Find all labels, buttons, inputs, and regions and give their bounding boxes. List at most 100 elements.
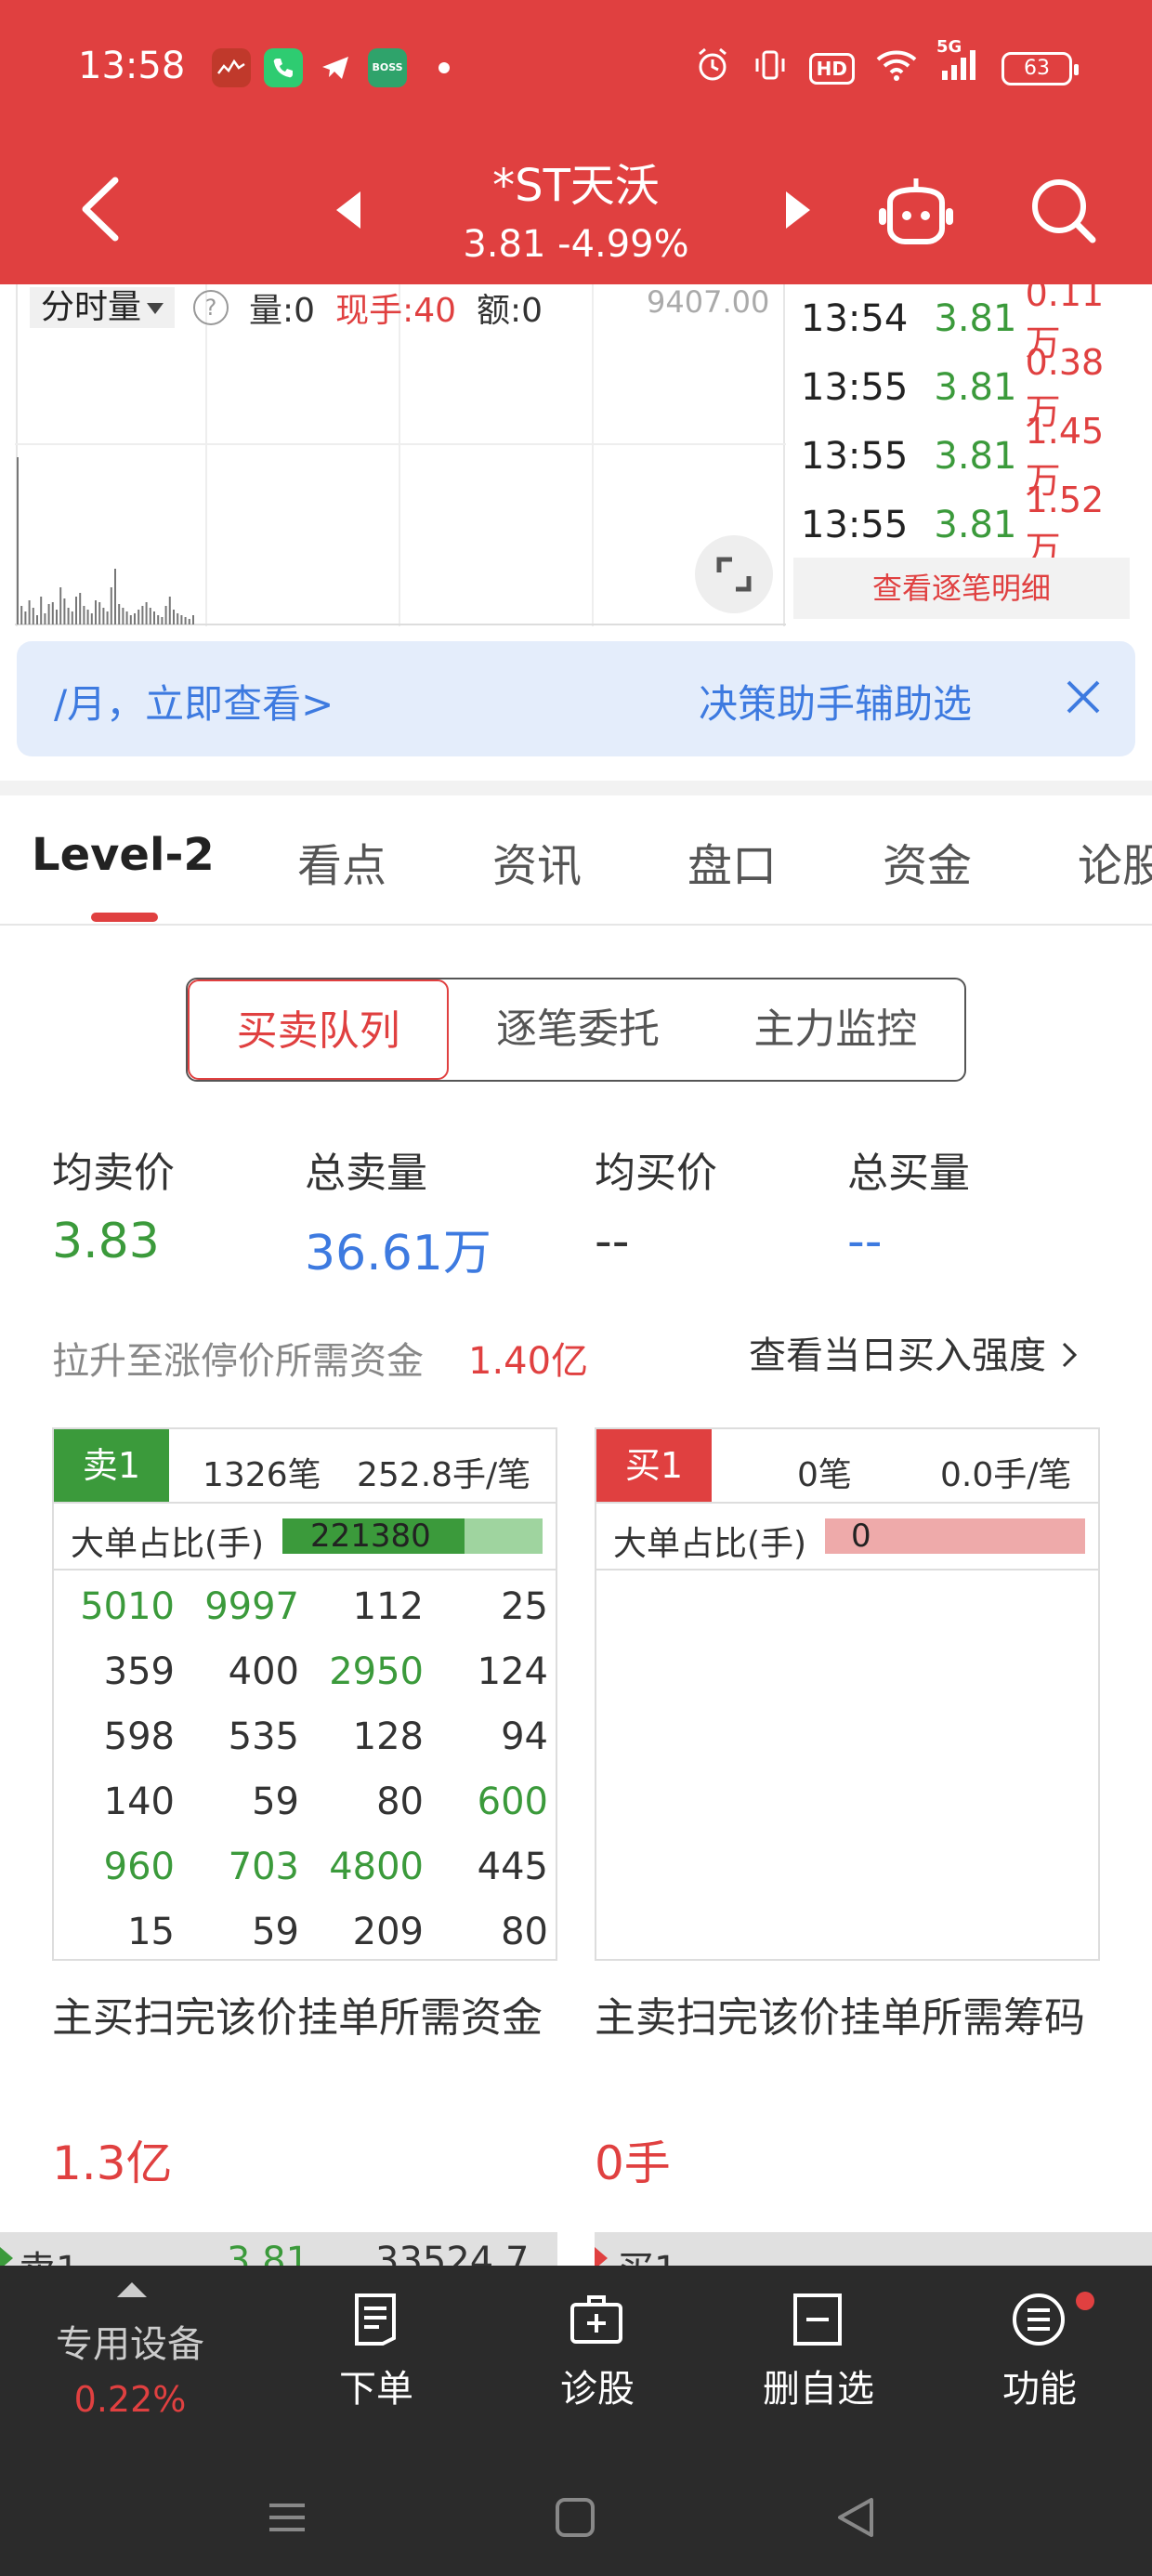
order-document-icon <box>355 2293 396 2346</box>
buy-big-order-label: 大单占比(手) <box>613 1525 807 1563</box>
chevron-right-icon <box>1062 1342 1077 1368</box>
volume-bar <box>137 610 140 624</box>
total-buy-value: -- <box>847 1214 883 1269</box>
segment-order-by-order[interactable]: 逐笔委托 <box>449 979 706 1080</box>
queue-segment-control: 买卖队列 逐笔委托 主力监控 <box>186 978 966 1082</box>
diagnose-stock-button[interactable]: 诊股 <box>487 2266 708 2463</box>
next-stock-button[interactable] <box>786 191 810 229</box>
help-icon[interactable]: ? <box>193 290 229 325</box>
queue-cell: 94 <box>501 1715 548 1758</box>
volume-bar <box>75 597 77 624</box>
promo-banner[interactable]: /月，立即查看> 决策助手辅助选 <box>17 641 1135 756</box>
volume-bar <box>83 606 85 624</box>
home-icon[interactable] <box>552 2494 598 2541</box>
previous-stock-button[interactable] <box>336 191 360 229</box>
queue-cell: 140 <box>103 1781 175 1823</box>
tab-level2[interactable]: Level-2 <box>32 829 215 881</box>
tick-price: 3.81 <box>934 366 1017 409</box>
buy-strength-link[interactable]: 查看当日买入强度 <box>749 1325 1080 1379</box>
close-icon <box>1067 680 1100 714</box>
volume-bar <box>47 604 50 624</box>
stock-name: *ST天沃 <box>492 160 660 212</box>
sell-sweep-shares-label: 主卖扫完该价挂单所需筹码 <box>595 1994 1085 2042</box>
banner-left-text[interactable]: /月，立即查看> <box>54 673 334 729</box>
volume-bar <box>118 604 121 624</box>
sell1-order-count: 1326笔 <box>203 1456 321 1494</box>
volume-bar <box>157 615 160 624</box>
segment-main-monitor[interactable]: 主力监控 <box>707 979 964 1080</box>
functions-button[interactable]: 功能 <box>929 2266 1150 2463</box>
buy-big-order-row: 大单占比(手) 0 <box>596 1504 1098 1571</box>
menu-icon[interactable] <box>264 2494 310 2541</box>
queue-cell: 128 <box>352 1715 424 1758</box>
tab-order-book[interactable]: 盘口 <box>687 829 777 894</box>
wifi-icon <box>875 48 918 89</box>
volume-bar <box>56 610 58 624</box>
minus-square-icon <box>793 2293 842 2346</box>
queue-cell: 9997 <box>204 1585 299 1628</box>
buy-queue-panel: 买1 0笔 0.0手/笔 大单占比(手) 0 <box>595 1427 1100 1961</box>
total-sell-value: 36.61万 <box>305 1226 491 1281</box>
table-row: 15 59 209 80 <box>54 1899 556 1965</box>
segment-buy-sell-queue[interactable]: 买卖队列 <box>188 979 450 1080</box>
volume-bar <box>67 608 70 624</box>
place-order-label: 下单 <box>339 2368 413 2411</box>
buy1-avg-per-order: 0.0手/笔 <box>940 1456 1072 1494</box>
buy-sweep-capital-label: 主买扫完该价挂单所需资金 <box>52 1994 543 2042</box>
table-row: 359 400 2950 124 <box>54 1639 556 1704</box>
robot-icon <box>879 178 953 244</box>
tab-funds[interactable]: 资金 <box>883 829 972 894</box>
volume-bar <box>192 615 194 624</box>
search-button[interactable] <box>1026 173 1100 247</box>
queue-cell: 703 <box>228 1846 299 1888</box>
sell-sweep-shares-value: 0手 <box>595 2136 671 2190</box>
total-buy-label: 总买量 <box>847 1150 970 1197</box>
volume-bar <box>20 606 23 624</box>
volume-chart[interactable]: 分时量 ? 量:0 现手:40 额:0 9407.00 <box>15 284 786 626</box>
notification-dot <box>1076 2292 1094 2310</box>
tab-forum[interactable]: 论股 <box>1078 829 1152 894</box>
expand-chart-button[interactable] <box>695 535 773 613</box>
volume-type-dropdown[interactable]: 分时量 <box>30 287 176 328</box>
view-tick-details-button[interactable]: 查看逐笔明细 <box>793 558 1130 619</box>
back-button[interactable] <box>74 167 130 251</box>
hd-badge: HD <box>808 53 855 85</box>
menu-circle-icon <box>1013 2293 1065 2346</box>
caret-up-icon <box>117 2282 147 2297</box>
limit-up-capital-value: 1.40亿 <box>468 1340 589 1383</box>
expand-icon <box>716 557 752 592</box>
medical-kit-icon <box>570 2295 622 2344</box>
functions-label: 功能 <box>1002 2368 1077 2411</box>
banner-close-button[interactable] <box>1055 669 1111 725</box>
network-type: 5G <box>936 37 962 57</box>
volume-bar <box>24 611 27 624</box>
volume-bar <box>164 606 167 624</box>
dedicated-device-percent: 0.22% <box>73 2379 187 2420</box>
tab-highlights[interactable]: 看点 <box>297 829 386 894</box>
tab-news[interactable]: 资讯 <box>492 829 582 894</box>
dedicated-device-button[interactable]: 专用设备 0.22% <box>0 2266 260 2463</box>
volume-bar <box>134 613 136 624</box>
back-triangle-icon[interactable] <box>832 2494 879 2541</box>
place-order-button[interactable]: 下单 <box>266 2266 487 2463</box>
robot-assistant-button[interactable] <box>875 175 957 249</box>
volume-bar <box>98 602 101 624</box>
top-header: 13:58 BOSS HD 5G 63 *ST天沃 3.81 -4.99% <box>0 0 1152 284</box>
avg-buy-label: 均买价 <box>595 1150 717 1197</box>
avg-sell-label: 均卖价 <box>52 1150 175 1197</box>
tick-list: 13:54 3.81 0.11万 13:55 3.81 0.38万 13:55 … <box>788 273 1137 626</box>
signal-icon: 5G <box>936 37 981 89</box>
status-bar: 13:58 BOSS HD 5G 63 <box>0 0 1152 139</box>
stock-app-icon <box>212 48 251 87</box>
sell-big-order-label: 大单占比(手) <box>71 1525 265 1563</box>
tick-price: 3.81 <box>934 435 1017 478</box>
remove-watchlist-button[interactable]: 删自选 <box>708 2266 929 2463</box>
sell1-tag: 卖1 <box>54 1429 169 1502</box>
volume-bar <box>63 598 66 624</box>
volume-bar <box>177 613 179 624</box>
vibrate-icon <box>752 46 789 91</box>
send-app-icon <box>316 48 355 87</box>
queue-cell: 209 <box>352 1911 424 1953</box>
volume-bar <box>44 613 46 624</box>
banner-right-text[interactable]: 决策助手辅助选 <box>699 673 972 729</box>
